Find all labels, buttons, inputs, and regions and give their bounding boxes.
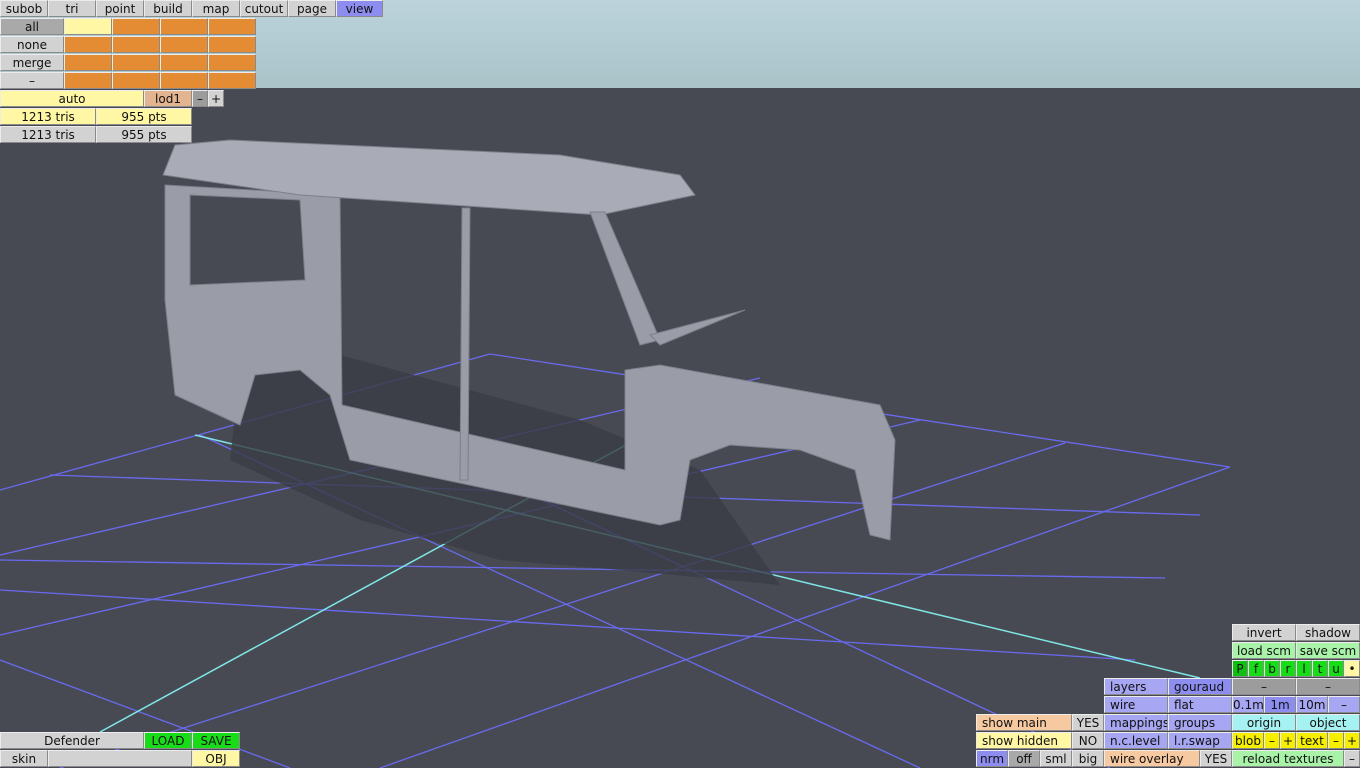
subobject-cell[interactable]	[208, 54, 256, 71]
format-button[interactable]: OBJ	[192, 750, 240, 767]
blob-button[interactable]: blob	[1232, 732, 1264, 749]
mappings-button[interactable]: mappings	[1104, 714, 1168, 731]
grid-0.1m-button[interactable]: 0.1m	[1232, 696, 1264, 713]
save-button[interactable]: SAVE	[192, 732, 240, 749]
pts-count: 955 pts	[96, 108, 192, 125]
tris-count: 1213 tris	[0, 108, 96, 125]
view-front-button[interactable]: f	[1248, 660, 1264, 677]
tab-cutout[interactable]: cutout	[240, 0, 288, 17]
tab-map[interactable]: map	[192, 0, 240, 17]
subobject-cell[interactable]	[112, 18, 160, 35]
invert-button[interactable]: invert	[1232, 624, 1296, 641]
origin-button[interactable]: origin	[1232, 714, 1296, 731]
show-main-label[interactable]: show main	[976, 714, 1072, 731]
skin-field[interactable]	[48, 750, 192, 767]
tab-page[interactable]: page	[288, 0, 336, 17]
grid-off-button[interactable]: –	[1328, 696, 1360, 713]
wire-overlay-toggle[interactable]: YES	[1200, 750, 1232, 767]
select-all-button[interactable]: all	[0, 18, 64, 35]
dash-button-1[interactable]: –	[1232, 678, 1296, 695]
wire-button[interactable]: wire	[1104, 696, 1168, 713]
subobject-cell[interactable]	[64, 72, 112, 89]
object-button[interactable]: object	[1296, 714, 1360, 731]
reload-textures-button[interactable]: reload textures	[1232, 750, 1344, 767]
pts-count-total: 955 pts	[96, 126, 192, 143]
dash-button-2[interactable]: –	[1296, 678, 1360, 695]
merge-button[interactable]: merge	[0, 54, 64, 71]
lr-swap-button[interactable]: l.r.swap	[1168, 732, 1232, 749]
subobject-cell[interactable]	[208, 72, 256, 89]
subobject-cell[interactable]	[112, 54, 160, 71]
view-dot-button[interactable]: •	[1344, 660, 1360, 677]
subobject-cell[interactable]	[64, 18, 112, 35]
view-under-button[interactable]: u	[1328, 660, 1344, 677]
skin-label: skin	[0, 750, 48, 767]
text-button[interactable]: text	[1296, 732, 1328, 749]
subobject-cell[interactable]	[208, 36, 256, 53]
lod-minus-button[interactable]: –	[192, 90, 208, 107]
normals-off-button[interactable]: off	[1008, 750, 1040, 767]
3d-viewport[interactable]	[0, 0, 1360, 768]
subobject-cell[interactable]	[208, 18, 256, 35]
subobject-cell[interactable]	[160, 18, 208, 35]
text-minus-button[interactable]: –	[1328, 732, 1344, 749]
show-main-toggle[interactable]: YES	[1072, 714, 1104, 731]
load-button[interactable]: LOAD	[144, 732, 192, 749]
subobject-cell[interactable]	[112, 36, 160, 53]
wire-overlay-label[interactable]: wire overlay	[1104, 750, 1200, 767]
tab-tri[interactable]: tri	[48, 0, 96, 17]
flat-button[interactable]: flat	[1168, 696, 1232, 713]
nc-level-button[interactable]: n.c.level	[1104, 732, 1168, 749]
subobject-cell[interactable]	[160, 72, 208, 89]
save-scm-button[interactable]: save scm	[1296, 642, 1360, 659]
gouraud-button[interactable]: gouraud	[1168, 678, 1232, 695]
normals-sml-button[interactable]: sml	[1040, 750, 1072, 767]
text-plus-button[interactable]: +	[1344, 732, 1360, 749]
normals-big-button[interactable]: big	[1072, 750, 1104, 767]
layers-button[interactable]: layers	[1104, 678, 1168, 695]
view-perspective-button[interactable]: P	[1232, 660, 1248, 677]
view-right-button[interactable]: r	[1280, 660, 1296, 677]
blob-plus-button[interactable]: +	[1280, 732, 1296, 749]
select-none-button[interactable]: none	[0, 36, 64, 53]
car-model	[162, 139, 896, 541]
load-scm-button[interactable]: load scm	[1232, 642, 1296, 659]
subobject-cell[interactable]	[160, 54, 208, 71]
groups-button[interactable]: groups	[1168, 714, 1232, 731]
subobject-cell[interactable]	[112, 72, 160, 89]
subobject-cell[interactable]	[64, 36, 112, 53]
tris-count-total: 1213 tris	[0, 126, 96, 143]
tab-build[interactable]: build	[144, 0, 192, 17]
subobject-cell[interactable]	[64, 54, 112, 71]
view-back-button[interactable]: b	[1264, 660, 1280, 677]
blob-minus-button[interactable]: –	[1264, 732, 1280, 749]
grid-1m-button[interactable]: 1m	[1264, 696, 1296, 713]
subobject-cell[interactable]	[160, 36, 208, 53]
normals-nrm-button[interactable]: nrm	[976, 750, 1008, 767]
view-top-button[interactable]: t	[1312, 660, 1328, 677]
shadow-button[interactable]: shadow	[1296, 624, 1360, 641]
show-hidden-toggle[interactable]: NO	[1072, 732, 1104, 749]
show-hidden-label[interactable]: show hidden	[976, 732, 1072, 749]
lod-mode-button[interactable]: auto	[0, 90, 144, 107]
tab-view[interactable]: view	[336, 0, 383, 17]
tab-point[interactable]: point	[96, 0, 144, 17]
model-name-field[interactable]: Defender	[0, 732, 144, 749]
tab-subob[interactable]: subob	[0, 0, 48, 17]
dash-button[interactable]: –	[0, 72, 64, 89]
view-left-button[interactable]: l	[1296, 660, 1312, 677]
reload-dash-button[interactable]: –	[1344, 750, 1360, 767]
lod-plus-button[interactable]: +	[208, 90, 224, 107]
lod-level[interactable]: lod1	[144, 90, 192, 107]
grid-10m-button[interactable]: 10m	[1296, 696, 1328, 713]
